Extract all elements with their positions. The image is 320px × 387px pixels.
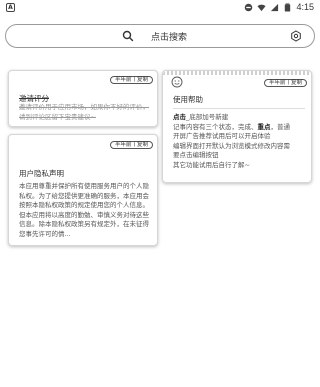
status-left: A [6,2,15,12]
search-icon [122,30,134,42]
note-body: 邀请评价用于应用市场，如果你不好的评价，请到评论区留下宝贵建议~ [19,103,149,121]
smiley-icon [171,76,183,88]
note-title: 用户隐私声明 [19,169,64,178]
status-right: 4:15 [244,2,314,12]
app-notification-icon: A [6,2,15,12]
search-bar[interactable]: 点击搜索 [5,24,315,48]
note-body-text: ，普通 [270,122,291,131]
note-body-text: 要点击编辑按钮 [173,151,219,159]
battery-icon [285,2,291,12]
note-body-line: 点击_底部加号新建 [173,113,309,123]
note-body-line: 记事内容有三个状态，完成、重点，普通 [173,123,309,133]
note-body-text: 点击 [173,113,186,121]
card-top-stripe [163,71,311,75]
clock: 4:15 [296,2,314,12]
note-title: 使用帮助 [173,95,203,104]
note-body: 本应用尊重并保护所有使用服务用户的个人隐私权。为了给您提供更准确的服务，本应用会… [19,182,149,238]
note-meta-badge[interactable]: 半年前丨复制 [263,79,307,87]
settings-icon[interactable] [290,30,302,42]
note-body-text: 编辑界面打开默认为浏览模式修改内容需 [173,141,290,150]
note-body-text: 开屏广告推荐试用后可以开启体验 [173,132,271,140]
note-body-line: 编辑界面打开默认为浏览模式修改内容需 [173,142,309,152]
note-body-text: 其它功能试用后自行了解~ [173,160,250,169]
note-body: 点击_底部加号新建 记事内容有三个状态，完成、重点，普通 开屏广告推荐试用后可以开启… [173,113,309,170]
status-bar: A 4:15 [0,0,320,14]
do-not-disturb-icon [245,3,253,11]
note-body-text: 重点 [257,122,271,131]
note-card-invite-rating[interactable]: 半年前丨复制 邀请评分 邀请评价用于应用市场，如果你不好的评价，请到评论区留下宝… [8,70,158,127]
note-meta-badge[interactable]: 半年前丨复制 [109,76,153,84]
note-body-line: 要点击编辑按钮 [173,151,309,161]
signal-icon [271,3,279,11]
note-card-help[interactable]: 半年前丨复制 使用帮助 点击_底部加号新建 记事内容有三个状态，完成、重点，普通开… [162,70,312,183]
wifi-icon [257,4,267,11]
note-card-privacy[interactable]: 半年前丨复制 用户隐私声明 本应用尊重并保护所有使用服务用户的个人隐私权。为了给… [8,134,158,246]
note-body-line: 其它功能试用后自行了解~ [173,161,309,171]
note-body-text: _底部加号新建 [186,113,229,121]
note-meta-badge[interactable]: 半年前丨复制 [109,141,153,149]
search-label: 点击搜索 [151,33,188,43]
divider [173,108,305,109]
note-body-text: 记事内容有三个状态，完成、 [173,122,258,131]
note-body-line: 开屏广告推荐试用后可以开启体验 [173,132,309,142]
